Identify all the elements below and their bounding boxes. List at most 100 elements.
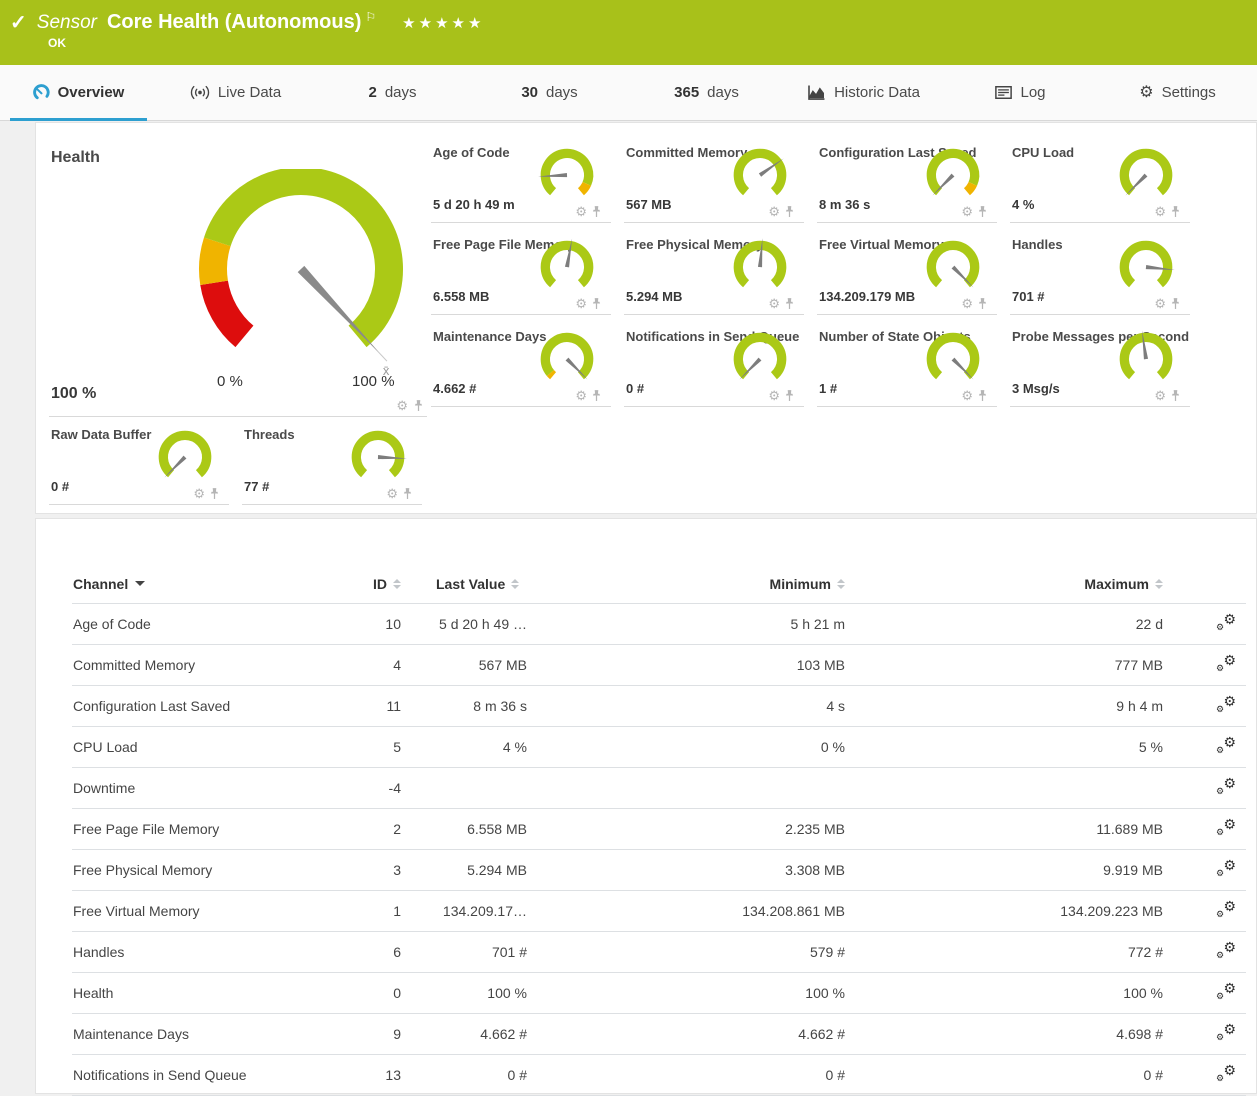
table-row[interactable]: Maintenance Days 9 4.662 # 4.662 # 4.698… bbox=[72, 1013, 1246, 1054]
gear-icon[interactable]: ⚙ bbox=[1154, 389, 1166, 402]
tab-2-days[interactable]: 2 days bbox=[314, 65, 471, 120]
table-row[interactable]: Free Physical Memory 3 5.294 MB 3.308 MB… bbox=[72, 849, 1246, 890]
header-last-value[interactable]: Last Value bbox=[402, 565, 537, 603]
small-gauges-row4: Raw Data Buffer 0 # ⚙ Threads 77 # ⚙ bbox=[49, 417, 435, 509]
pin-icon[interactable] bbox=[978, 206, 987, 218]
cell-last-value: 4 % bbox=[402, 726, 537, 767]
channel-settings-icon[interactable]: ⚙⚙ bbox=[1216, 696, 1236, 713]
cell-maximum: 134.209.223 MB bbox=[855, 890, 1173, 931]
pin-icon[interactable] bbox=[592, 298, 601, 310]
cell-id: 0 bbox=[352, 972, 402, 1013]
tab-30-days[interactable]: 30 days bbox=[471, 65, 628, 120]
table-row[interactable]: Free Page File Memory 2 6.558 MB 2.235 M… bbox=[72, 808, 1246, 849]
pin-icon[interactable] bbox=[785, 390, 794, 402]
chart-icon bbox=[807, 85, 826, 100]
status-check-icon: ✓ bbox=[10, 10, 27, 35]
sort-icon bbox=[511, 579, 519, 589]
table-row[interactable]: Downtime -4 ⚙⚙ bbox=[72, 767, 1246, 808]
flag-icon[interactable]: ⚐ bbox=[365, 10, 376, 24]
gear-icon[interactable]: ⚙ bbox=[768, 297, 780, 310]
channel-settings-icon[interactable]: ⚙⚙ bbox=[1216, 1024, 1236, 1041]
table-row[interactable]: Handles 6 701 # 579 # 772 # ⚙⚙ bbox=[72, 931, 1246, 972]
gauge-chart bbox=[535, 233, 599, 297]
pin-icon[interactable] bbox=[414, 400, 423, 412]
tab-bar: Overview Live Data 2 days 30 days 365 da… bbox=[0, 65, 1257, 121]
cell-last-value: 701 # bbox=[402, 931, 537, 972]
gear-icon[interactable]: ⚙ bbox=[1154, 205, 1166, 218]
cell-id: 4 bbox=[352, 644, 402, 685]
tab-live-data[interactable]: Live Data bbox=[157, 65, 314, 120]
cell-id: 13 bbox=[352, 1054, 402, 1095]
cell-channel[interactable]: Configuration Last Saved bbox=[72, 685, 352, 726]
channel-settings-icon[interactable]: ⚙⚙ bbox=[1216, 655, 1236, 672]
pin-icon[interactable] bbox=[210, 488, 219, 500]
gear-icon[interactable]: ⚙ bbox=[768, 389, 780, 402]
gear-icon[interactable]: ⚙ bbox=[575, 205, 587, 218]
table-row[interactable]: CPU Load 5 4 % 0 % 5 % ⚙⚙ bbox=[72, 726, 1246, 767]
gear-icon[interactable]: ⚙ bbox=[193, 487, 205, 500]
cell-channel[interactable]: Free Virtual Memory bbox=[72, 890, 352, 931]
header-minimum[interactable]: Minimum bbox=[537, 565, 855, 603]
gear-icon[interactable]: ⚙ bbox=[575, 297, 587, 310]
pin-icon[interactable] bbox=[592, 390, 601, 402]
header-channel[interactable]: Channel bbox=[72, 565, 352, 603]
table-row[interactable]: Health 0 100 % 100 % 100 % ⚙⚙ bbox=[72, 972, 1246, 1013]
gear-icon[interactable]: ⚙ bbox=[961, 297, 973, 310]
pin-icon[interactable] bbox=[978, 298, 987, 310]
gear-icon[interactable]: ⚙ bbox=[961, 205, 973, 218]
cell-maximum: 11.689 MB bbox=[855, 808, 1173, 849]
tab-historic-data[interactable]: Historic Data bbox=[785, 65, 942, 120]
gauge-card: Age of Code 5 d 20 h 49 m ⚙ bbox=[431, 135, 611, 223]
tab-overview[interactable]: Overview bbox=[0, 65, 157, 120]
cell-channel[interactable]: Notifications in Send Queue bbox=[72, 1054, 352, 1095]
channel-settings-icon[interactable]: ⚙⚙ bbox=[1216, 1065, 1236, 1082]
cell-channel[interactable]: Handles bbox=[72, 931, 352, 972]
channel-settings-icon[interactable]: ⚙⚙ bbox=[1216, 778, 1236, 795]
pin-icon[interactable] bbox=[785, 206, 794, 218]
cell-channel[interactable]: Age of Code bbox=[72, 603, 352, 644]
cell-maximum: 4.698 # bbox=[855, 1013, 1173, 1054]
cell-maximum: 5 % bbox=[855, 726, 1173, 767]
pin-icon[interactable] bbox=[403, 488, 412, 500]
gear-icon[interactable]: ⚙ bbox=[396, 399, 408, 412]
gear-icon[interactable]: ⚙ bbox=[961, 389, 973, 402]
channel-settings-icon[interactable]: ⚙⚙ bbox=[1216, 819, 1236, 836]
tab-settings[interactable]: ⚙ Settings bbox=[1099, 65, 1256, 120]
cell-maximum: 772 # bbox=[855, 931, 1173, 972]
pin-icon[interactable] bbox=[1171, 298, 1180, 310]
tab-log[interactable]: Log bbox=[942, 65, 1099, 120]
gear-icon[interactable]: ⚙ bbox=[575, 389, 587, 402]
gauge-value: 8 m 36 s bbox=[819, 197, 870, 212]
cell-channel[interactable]: Maintenance Days bbox=[72, 1013, 352, 1054]
channel-settings-icon[interactable]: ⚙⚙ bbox=[1216, 860, 1236, 877]
gauge-card: Free Physical Memory 5.294 MB ⚙ bbox=[624, 227, 804, 315]
gear-icon[interactable]: ⚙ bbox=[1154, 297, 1166, 310]
channel-settings-icon[interactable]: ⚙⚙ bbox=[1216, 942, 1236, 959]
cell-channel[interactable]: CPU Load bbox=[72, 726, 352, 767]
gear-icon[interactable]: ⚙ bbox=[386, 487, 398, 500]
cell-channel[interactable]: Free Page File Memory bbox=[72, 808, 352, 849]
table-row[interactable]: Free Virtual Memory 1 134.209.17… 134.20… bbox=[72, 890, 1246, 931]
table-row[interactable]: Notifications in Send Queue 13 0 # 0 # 0… bbox=[72, 1054, 1246, 1095]
pin-icon[interactable] bbox=[1171, 390, 1180, 402]
channel-settings-icon[interactable]: ⚙⚙ bbox=[1216, 983, 1236, 1000]
channel-settings-icon[interactable]: ⚙⚙ bbox=[1216, 901, 1236, 918]
cell-channel[interactable]: Downtime bbox=[72, 767, 352, 808]
priority-stars[interactable]: ★★★★★ bbox=[402, 14, 484, 32]
header-maximum[interactable]: Maximum bbox=[855, 565, 1173, 603]
channel-settings-icon[interactable]: ⚙⚙ bbox=[1216, 737, 1236, 754]
pin-icon[interactable] bbox=[1171, 206, 1180, 218]
cell-channel[interactable]: Health bbox=[72, 972, 352, 1013]
cell-channel[interactable]: Free Physical Memory bbox=[72, 849, 352, 890]
gear-icon[interactable]: ⚙ bbox=[768, 205, 780, 218]
pin-icon[interactable] bbox=[978, 390, 987, 402]
table-row[interactable]: Age of Code 10 5 d 20 h 49 … 5 h 21 m 22… bbox=[72, 603, 1246, 644]
cell-channel[interactable]: Committed Memory bbox=[72, 644, 352, 685]
table-row[interactable]: Configuration Last Saved 11 8 m 36 s 4 s… bbox=[72, 685, 1246, 726]
table-row[interactable]: Committed Memory 4 567 MB 103 MB 777 MB … bbox=[72, 644, 1246, 685]
header-id[interactable]: ID bbox=[352, 565, 402, 603]
channel-settings-icon[interactable]: ⚙⚙ bbox=[1216, 614, 1236, 631]
pin-icon[interactable] bbox=[592, 206, 601, 218]
tab-365-days[interactable]: 365 days bbox=[628, 65, 785, 120]
pin-icon[interactable] bbox=[785, 298, 794, 310]
